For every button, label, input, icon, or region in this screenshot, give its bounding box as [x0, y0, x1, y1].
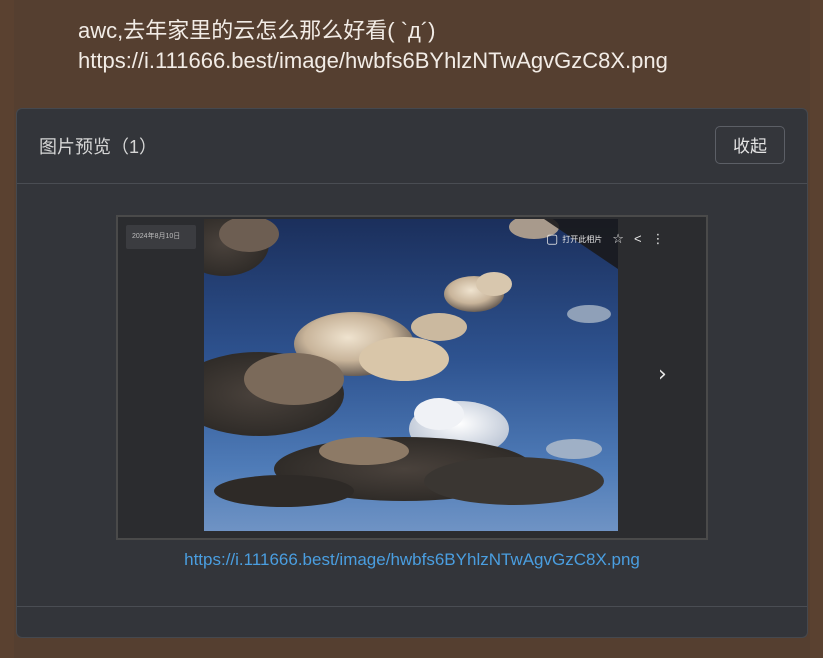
star-icon[interactable]: ☆ — [612, 232, 624, 246]
cloud-photo[interactable] — [204, 219, 618, 531]
message-body: awc,去年家里的云怎么那么好看( `д´) https://i.111666.… — [78, 16, 798, 76]
image-viewer[interactable]: 2024年8月10日 ▢ 打开此相片 ☆ < ⋮ › — [116, 215, 708, 540]
message-text: awc,去年家里的云怎么那么好看( `д´) — [78, 18, 436, 43]
panel-title: 图片预览（1） — [39, 137, 158, 157]
open-photo-button[interactable]: ▢ 打开此相片 — [546, 232, 602, 246]
chevron-right-icon[interactable]: › — [658, 362, 667, 387]
panel-divider — [17, 606, 807, 607]
viewer-toolbar: ▢ 打开此相片 ☆ < ⋮ — [546, 231, 665, 247]
open-photo-label: 打开此相片 — [562, 234, 603, 244]
photo-icon: ▢ — [546, 231, 559, 246]
image-link[interactable]: https://i.111666.best/image/hwbfs6BYhlzN… — [17, 550, 807, 570]
message-link-text[interactable]: https://i.111666.best/image/hwbfs6BYhlzN… — [78, 46, 798, 76]
collapse-button[interactable]: 收起 — [715, 126, 785, 164]
share-icon[interactable]: < — [634, 232, 642, 246]
image-preview-panel: 图片预览（1） 收起 2024年8月10日 ▢ 打开此相片 ☆ < ⋮ › ht… — [16, 108, 808, 638]
date-label: 2024年8月10日 — [126, 225, 196, 249]
more-icon[interactable]: ⋮ — [652, 232, 665, 246]
panel-header: 图片预览（1） 收起 — [17, 109, 807, 184]
